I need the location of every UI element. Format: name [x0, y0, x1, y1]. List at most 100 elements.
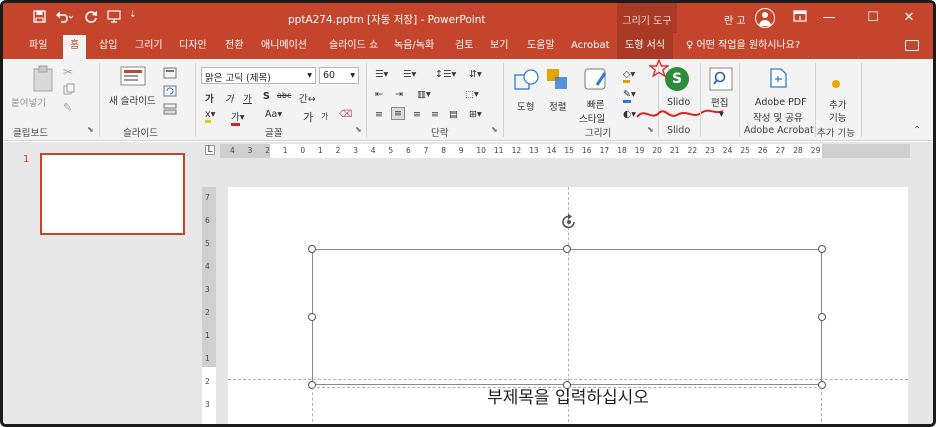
- shape-fill-icon[interactable]: ◇▾: [623, 69, 635, 83]
- clear-formatting-icon[interactable]: ⌫: [339, 109, 352, 120]
- quick-styles-icon[interactable]: [583, 67, 609, 96]
- customize-qat-icon[interactable]: ⇣: [129, 10, 137, 20]
- strikethrough-icon[interactable]: abc: [277, 91, 291, 100]
- tab-review[interactable]: 검토: [455, 33, 473, 59]
- tab-stop-selector[interactable]: L: [205, 145, 215, 155]
- align-right-icon[interactable]: ≡: [413, 109, 421, 120]
- tab-acrobat[interactable]: Acrobat: [571, 33, 610, 59]
- resize-handle[interactable]: [818, 313, 826, 321]
- ribbon-display-options-icon[interactable]: [793, 10, 807, 26]
- collapse-ribbon-icon[interactable]: ⌃: [913, 125, 921, 136]
- tab-shape-format[interactable]: 도형 서식: [617, 33, 673, 59]
- close-button[interactable]: ✕: [891, 3, 927, 33]
- resize-handle[interactable]: [563, 245, 571, 253]
- reset-icon[interactable]: [163, 85, 177, 100]
- cut-icon[interactable]: ✂: [63, 65, 73, 79]
- shape-outline-icon[interactable]: ✎▾: [623, 89, 636, 103]
- quick-styles-label-2[interactable]: 스타일: [579, 111, 605, 125]
- title-placeholder[interactable]: [312, 249, 822, 385]
- resize-handle[interactable]: [308, 245, 316, 253]
- slide-canvas[interactable]: 부제목을 입력하십시오: [228, 187, 908, 424]
- save-icon[interactable]: [33, 10, 46, 27]
- font-size-select[interactable]: 60 ▾: [319, 67, 359, 84]
- vertical-ruler[interactable]: 7 6 5 4 3 2 1 1 2 3: [202, 187, 216, 424]
- paste-icon[interactable]: [31, 65, 57, 96]
- copy-icon[interactable]: [63, 83, 75, 98]
- editing-label[interactable]: 편집: [711, 95, 728, 109]
- font-name-select[interactable]: 맑은 고딕 (제목) ▾: [201, 67, 316, 84]
- add-ins-icon[interactable]: [831, 79, 841, 92]
- new-slide-icon[interactable]: [119, 65, 147, 92]
- minimize-button[interactable]: —: [811, 3, 847, 33]
- shapes-label[interactable]: 도형: [517, 99, 534, 113]
- rotate-handle-icon[interactable]: [560, 213, 578, 234]
- tab-file[interactable]: 파일: [29, 33, 47, 59]
- underline-button[interactable]: 가: [243, 91, 252, 105]
- align-text-icon[interactable]: ⬚▾: [465, 89, 479, 100]
- shapes-icon[interactable]: [513, 67, 541, 96]
- undo-icon[interactable]: [55, 10, 74, 27]
- adobe-pdf-label-1[interactable]: Adobe PDF: [755, 97, 807, 108]
- font-color-button[interactable]: 가▾: [231, 109, 245, 126]
- clipboard-launcher-icon[interactable]: ⬊: [87, 125, 94, 134]
- slide-thumbnail[interactable]: [40, 153, 185, 235]
- tab-design[interactable]: 디자인: [179, 33, 207, 59]
- change-case-button[interactable]: Aa▾: [265, 109, 282, 120]
- horizontal-ruler[interactable]: 4 3 2 1 0 1 2 3 4 5 6 7 8 9 10 11 12 13 14 15 16 17 18 19 20 21 22…: [220, 144, 910, 158]
- text-direction-icon[interactable]: ⇵▾: [469, 69, 482, 80]
- highlight-color-icon[interactable]: ⅹ▾: [205, 109, 215, 123]
- adobe-pdf-label-2[interactable]: 작성 및 공유: [753, 110, 803, 124]
- justify-icon[interactable]: ≡: [431, 109, 439, 120]
- tab-record[interactable]: 녹음/녹화: [394, 33, 434, 59]
- resize-handle[interactable]: [818, 245, 826, 253]
- add-ins-label-1[interactable]: 추가: [829, 97, 846, 111]
- slido-button-label[interactable]: Slido: [667, 97, 690, 108]
- drawing-launcher-icon[interactable]: ⬊: [647, 125, 654, 134]
- character-spacing-icon[interactable]: 간↔: [299, 91, 316, 105]
- shrink-font-button[interactable]: 가: [321, 111, 328, 122]
- layout-icon[interactable]: [163, 67, 177, 82]
- user-name[interactable]: 란 고: [724, 12, 746, 27]
- tab-slideshow[interactable]: 슬라이드 쇼: [329, 33, 378, 59]
- font-launcher-icon[interactable]: ⬊: [355, 125, 362, 134]
- tab-insert[interactable]: 삽입: [99, 33, 117, 59]
- tab-home[interactable]: 홈: [63, 35, 87, 59]
- add-ins-label-2[interactable]: 기능: [829, 110, 846, 124]
- chevron-down-icon[interactable]: ▾: [719, 109, 724, 120]
- italic-button[interactable]: 가: [225, 91, 234, 105]
- redo-icon[interactable]: [85, 10, 98, 27]
- section-icon[interactable]: [163, 103, 177, 118]
- grow-font-button[interactable]: 가: [303, 109, 313, 125]
- new-slide-label[interactable]: 새 슬라이드: [109, 93, 156, 107]
- paragraph-launcher-icon[interactable]: ⬊: [491, 125, 498, 134]
- adobe-pdf-icon[interactable]: [767, 67, 789, 92]
- numbering-icon[interactable]: ☰▾: [403, 69, 416, 80]
- text-shadow-icon[interactable]: S: [263, 91, 270, 102]
- arrange-label[interactable]: 정렬: [549, 99, 566, 113]
- columns-icon[interactable]: ▥▾: [417, 89, 431, 100]
- smartart-icon[interactable]: ⊞▾: [469, 109, 482, 120]
- format-painter-icon[interactable]: ✎: [63, 101, 72, 114]
- decrease-indent-icon[interactable]: ⇤: [375, 89, 383, 100]
- tab-draw[interactable]: 그리기: [135, 33, 163, 59]
- tab-view[interactable]: 보기: [490, 33, 508, 59]
- quick-styles-label-1[interactable]: 빠른: [587, 97, 604, 111]
- tell-me-search[interactable]: ♀ 어떤 작업을 원하시나요?: [686, 33, 800, 59]
- distributed-icon[interactable]: ▤: [449, 109, 458, 120]
- maximize-button[interactable]: ☐: [855, 3, 891, 33]
- bullets-icon[interactable]: ☰▾: [375, 69, 388, 80]
- tab-help[interactable]: 도움말: [527, 33, 555, 59]
- tab-transitions[interactable]: 전환: [225, 33, 243, 59]
- avatar[interactable]: [755, 8, 775, 28]
- find-icon[interactable]: [709, 67, 733, 94]
- comments-icon[interactable]: [905, 40, 919, 51]
- present-from-start-icon[interactable]: [107, 10, 121, 27]
- increase-indent-icon[interactable]: ⇥: [395, 89, 403, 100]
- align-left-icon[interactable]: ≡: [375, 109, 383, 120]
- bold-button[interactable]: 가: [205, 91, 214, 105]
- line-spacing-icon[interactable]: ↕☰▾: [435, 69, 456, 80]
- align-center-icon[interactable]: ≡: [391, 107, 405, 120]
- tab-animations[interactable]: 애니메이션: [261, 33, 307, 59]
- arrange-icon[interactable]: [545, 67, 571, 96]
- resize-handle[interactable]: [308, 313, 316, 321]
